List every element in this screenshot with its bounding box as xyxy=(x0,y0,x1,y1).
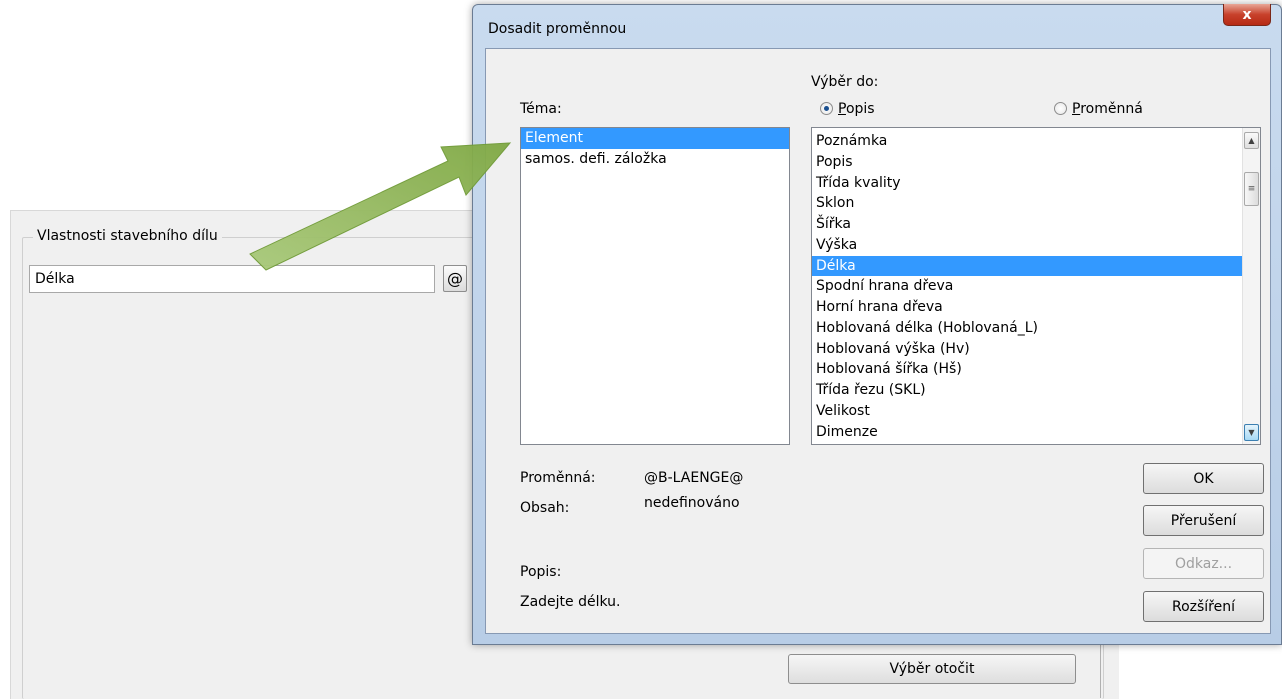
theme-list[interactable]: Element samos. defi. záložka xyxy=(520,127,790,445)
select-into-label: Výběr do: xyxy=(811,74,879,90)
variables-list[interactable]: Poznámka Popis Třída kvality Sklon Šířka… xyxy=(811,127,1261,445)
variable-item[interactable]: Spodní hrana dřeva xyxy=(812,276,1242,297)
variable-item[interactable]: Horní hrana dřeva xyxy=(812,297,1242,318)
variable-item[interactable]: Hoblovaná šířka (Hš) xyxy=(812,359,1242,380)
radio-popis-label: opis xyxy=(845,101,875,117)
theme-item-custom-tab[interactable]: samos. defi. záložka xyxy=(521,149,789,170)
variable-item[interactable]: Třída kvality xyxy=(812,173,1242,194)
cancel-button[interactable]: Přerušení xyxy=(1143,505,1264,536)
radio-promenna-indicator[interactable] xyxy=(1054,102,1067,115)
description-label: Popis: xyxy=(520,564,562,580)
theme-label: Téma: xyxy=(520,101,562,117)
variable-item[interactable]: Velikost xyxy=(812,401,1242,422)
variables-scrollbar[interactable]: ▲ ≡ ▼ xyxy=(1242,128,1260,444)
scroll-up-icon[interactable]: ▲ xyxy=(1244,132,1259,149)
description-value: Zadejte délku. xyxy=(520,594,621,610)
dialog-title: Dosadit proměnnou xyxy=(488,21,627,37)
link-button[interactable]: Odkaz... xyxy=(1143,548,1264,579)
variable-item[interactable]: Šířka xyxy=(812,214,1242,235)
variable-item-selected[interactable]: Délka xyxy=(812,255,1242,277)
variable-item[interactable]: Poznámka xyxy=(812,131,1242,152)
rotate-selection-button[interactable]: Výběr otočit xyxy=(788,654,1076,684)
variable-item[interactable]: Hoblovaná délka (Hoblovaná_L) xyxy=(812,318,1242,339)
properties-group-title: Vlastnosti stavebního dílu xyxy=(33,228,222,244)
divider xyxy=(1100,645,1101,698)
close-icon: x xyxy=(1242,6,1252,23)
radio-promenna[interactable]: Proměnná xyxy=(1054,101,1143,117)
content-value: nedefinováno xyxy=(644,495,740,511)
radio-popis-indicator[interactable] xyxy=(820,102,833,115)
dialog-content: Výběr do: Téma: Popis Proměnná Element s… xyxy=(485,48,1271,634)
radio-promenna-accel: P xyxy=(1072,101,1081,117)
scroll-grip-icon[interactable]: ≡ xyxy=(1244,172,1259,206)
ok-button[interactable]: OK xyxy=(1143,463,1264,494)
radio-popis-accel: P xyxy=(838,101,846,117)
variable-item[interactable]: Dimenze xyxy=(812,422,1242,443)
close-button[interactable]: x xyxy=(1223,4,1271,26)
content-label: Obsah: xyxy=(520,500,570,516)
scroll-down-icon[interactable]: ▼ xyxy=(1244,424,1259,441)
extend-button[interactable]: Rozšíření xyxy=(1143,591,1264,622)
radio-popis[interactable]: Popis xyxy=(820,101,875,117)
insert-variable-dialog: Dosadit proměnnou x Výběr do: Téma: Popi… xyxy=(472,4,1282,645)
variable-label: Proměnná: xyxy=(520,470,596,486)
variable-item[interactable]: Popis xyxy=(812,152,1242,173)
radio-promenna-label: roměnná xyxy=(1080,101,1143,117)
variable-value: @B-LAENGE@ xyxy=(644,470,744,486)
variable-item[interactable]: Třída řezu (SKL) xyxy=(812,380,1242,401)
theme-item-element[interactable]: Element xyxy=(521,128,789,149)
variable-item[interactable]: Výška xyxy=(812,235,1242,256)
variable-item[interactable]: Hoblovaná výška (Hv) xyxy=(812,339,1242,360)
variable-item[interactable]: Sklon xyxy=(812,193,1242,214)
insert-variable-button[interactable]: @ xyxy=(443,265,467,292)
length-field[interactable]: Délka xyxy=(29,265,435,293)
